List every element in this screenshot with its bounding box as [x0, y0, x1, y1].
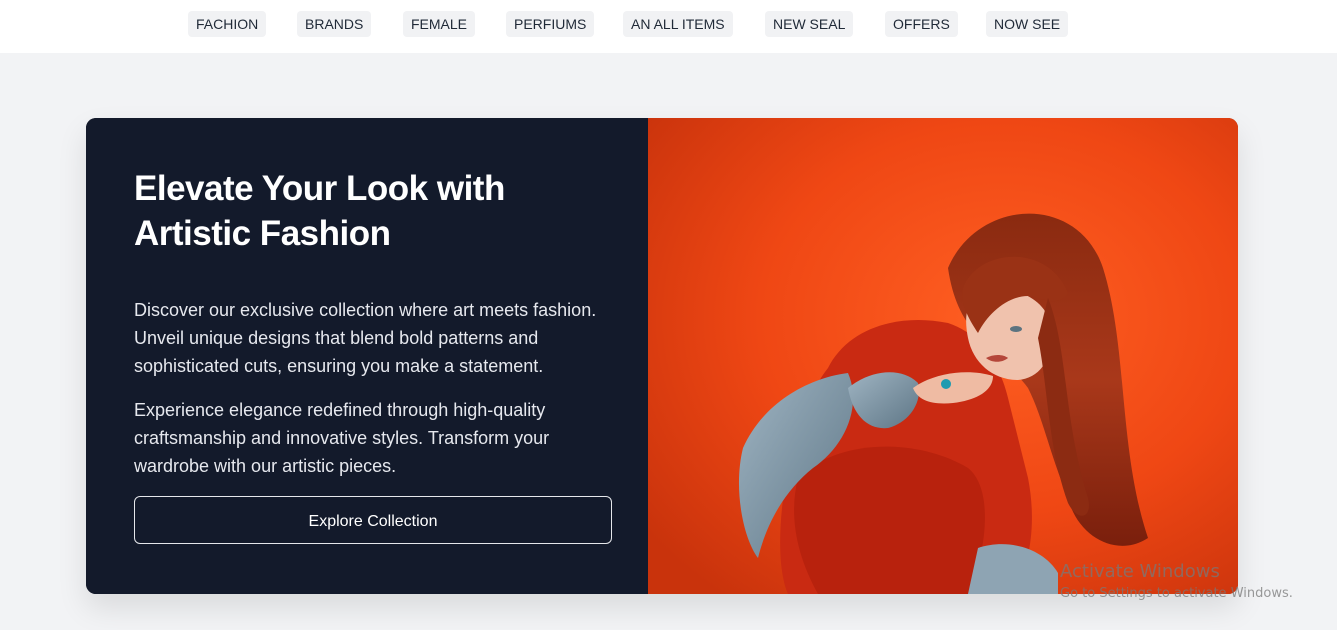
nav-item-now-see[interactable]: NOW SEE — [986, 11, 1069, 37]
top-navigation: FACHION BRANDS FEMALE PERFIUMS AN ALL IT… — [0, 0, 1337, 53]
hero-paragraph-1: Discover our exclusive collection where … — [134, 300, 597, 376]
watermark-subtitle: Go to Settings to activate Windows. — [1060, 586, 1293, 601]
hero-text-panel: Elevate Your Look with Artistic Fashion … — [86, 118, 648, 594]
hero-paragraph-2: Experience elegance redefined through hi… — [134, 400, 550, 476]
nav-item-female[interactable]: FEMALE — [403, 11, 476, 37]
nav-item-perfiums[interactable]: PERFIUMS — [506, 11, 595, 37]
explore-collection-button[interactable]: Explore Collection — [134, 496, 612, 544]
nav-item-new-seal[interactable]: NEW SEAL — [765, 11, 854, 37]
nav-item-fachion[interactable]: FACHION — [188, 11, 267, 37]
hero-title: Elevate Your Look with Artistic Fashion — [134, 169, 505, 253]
nav-item-all-items[interactable]: AN ALL ITEMS — [623, 11, 733, 37]
hero-image — [648, 118, 1238, 594]
watermark-title: Activate Windows — [1060, 561, 1220, 582]
activate-windows-watermark: Activate Windows Go to Settings to activ… — [1060, 561, 1293, 603]
hero-card: Elevate Your Look with Artistic Fashion … — [86, 118, 1238, 594]
nav-item-offers[interactable]: OFFERS — [885, 11, 958, 37]
nav-item-brands[interactable]: BRANDS — [297, 11, 372, 37]
